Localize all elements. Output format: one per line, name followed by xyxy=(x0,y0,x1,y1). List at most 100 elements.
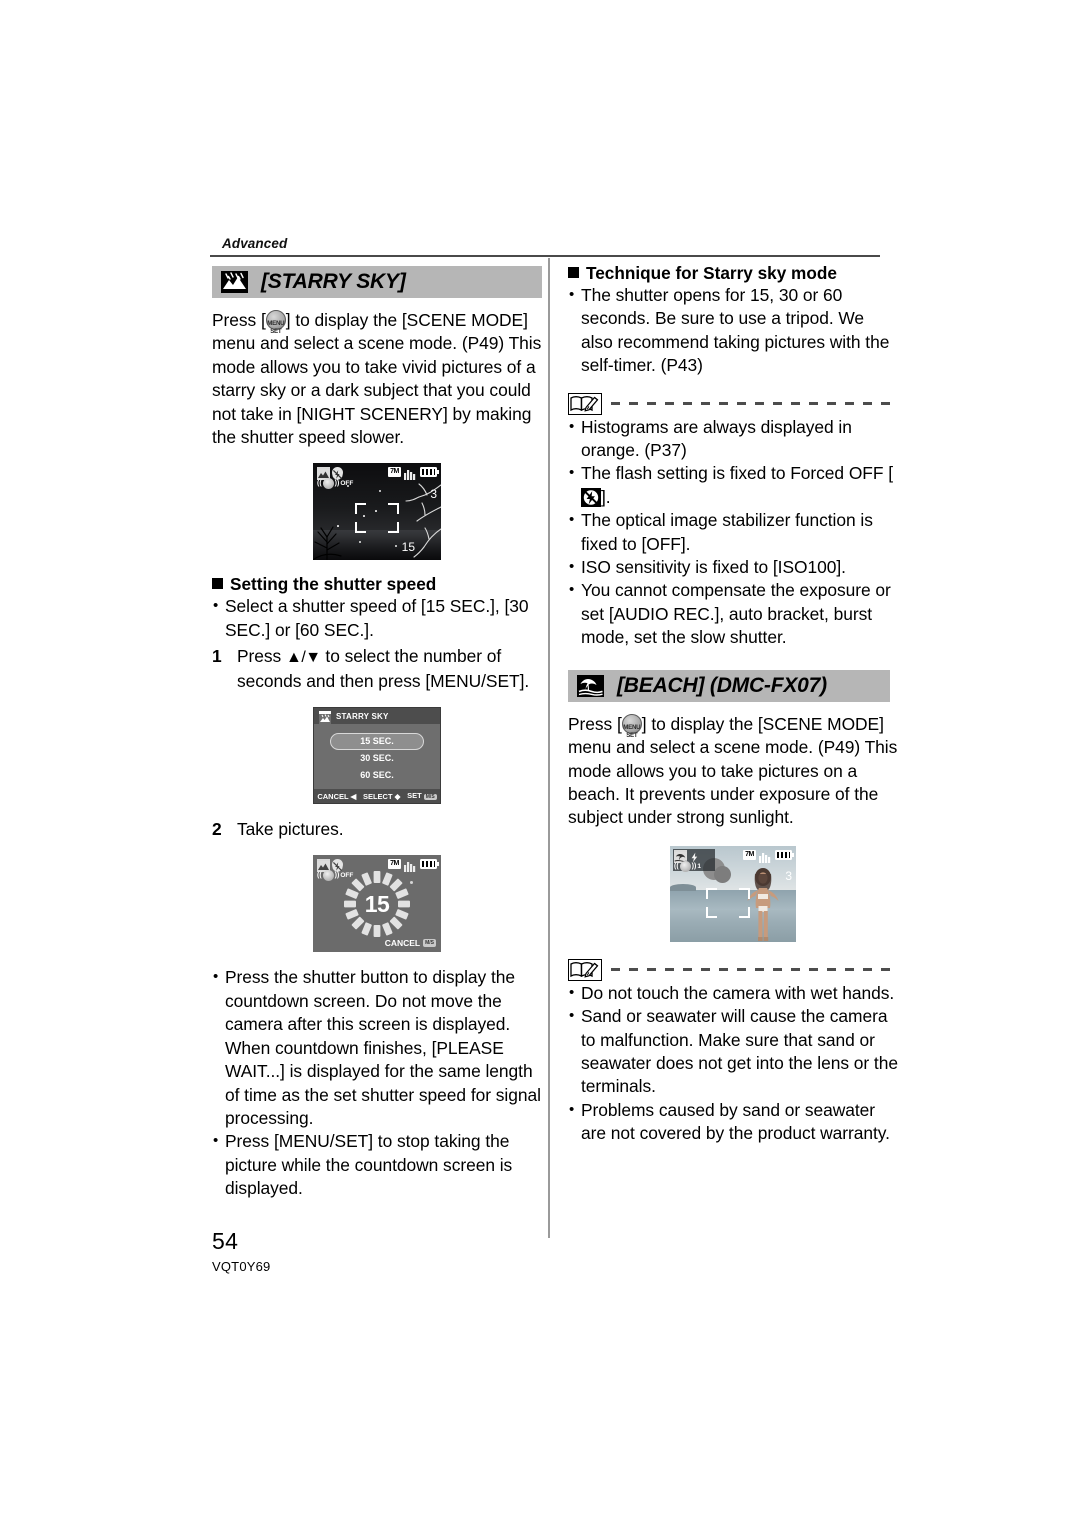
updown-arrows-icon: ▲/▼ xyxy=(286,649,321,667)
note-text-a: The flash setting is fixed to Forced OFF… xyxy=(581,463,894,484)
osd-ois-cluster: (( )) OFF xyxy=(317,478,354,490)
list-item: Problems caused by sand or seawater are … xyxy=(568,1098,898,1146)
step-2: 2 Take pictures. xyxy=(212,818,542,841)
ois-mode-label: 1 xyxy=(697,862,701,870)
foot-cancel[interactable]: CANCEL ◀ xyxy=(317,792,356,801)
osd-ois-cluster: (( )) 1 xyxy=(674,860,701,872)
beach-preview-screen: (( )) 1 7M 3 xyxy=(670,845,796,942)
bush-silhouette xyxy=(313,526,342,561)
osd-top-right-cluster: 7M xyxy=(388,467,439,481)
flash-forced-off-icon xyxy=(581,487,601,507)
starry-sky-countdown-screen: (( )) OFF 7M 15 CANCEL M/S xyxy=(313,855,441,953)
menu-title-bar: STARRY SKY xyxy=(314,708,440,725)
step-number: 2 xyxy=(212,819,222,840)
af-area-brackets xyxy=(706,887,750,918)
note-dashed-rule xyxy=(611,968,898,972)
picture-size-badge: 7M xyxy=(388,467,401,478)
countdown-figure: (( )) OFF 7M 15 CANCEL M/S xyxy=(212,855,542,953)
manual-page: Advanced [STARRY SKY] Press [MENU SET] to… xyxy=(0,0,1080,1526)
section-header-starry-sky: [STARRY SKY] xyxy=(212,266,542,298)
battery-icon xyxy=(420,859,439,870)
step-text: Take pictures. xyxy=(237,819,344,840)
list-item: Histograms are always displayed in orang… xyxy=(568,415,898,463)
person-silhouette xyxy=(747,867,779,941)
menu-option-60sec[interactable]: 60 SEC. xyxy=(314,767,440,784)
page-number: 54 xyxy=(212,1228,239,1254)
list-item: Press the shutter button to display the … xyxy=(212,965,542,1130)
battery-icon xyxy=(775,849,794,860)
battery-icon xyxy=(420,467,439,478)
countdown-cancel-hint: CANCEL M/S xyxy=(385,938,436,948)
osd-top-right-cluster: 7M xyxy=(743,849,794,863)
note-text-b: ]. xyxy=(601,486,611,507)
menu-title-label: STARRY SKY xyxy=(336,711,389,721)
left-column: [STARRY SKY] Press [MENU SET] to display … xyxy=(212,266,542,1201)
menu-options-list: 15 SEC. 30 SEC. 60 SEC. xyxy=(314,724,440,784)
list-item: Select a shutter speed of [15 SEC.], [30… xyxy=(212,594,542,642)
beach-intro-paragraph: Press [MENU SET] to display the [SCENE MO… xyxy=(568,713,898,830)
beach-intro-pre: Press [ xyxy=(568,713,622,734)
osd-top-left-cluster xyxy=(317,467,343,481)
starry-notes-list: Histograms are always displayed in orang… xyxy=(568,415,898,650)
quality-icon xyxy=(759,850,772,863)
menu-option-30sec[interactable]: 30 SEC. xyxy=(314,750,440,767)
subheading-label: Technique for Starry sky mode xyxy=(586,263,837,283)
menu-foot-bar: CANCEL ◀ SELECT ◆ SET M/S xyxy=(314,789,440,804)
distant-land xyxy=(670,883,696,891)
list-item: Press [MENU/SET] to stop taking the pict… xyxy=(212,1129,542,1200)
section-header-beach: [BEACH] (DMC-FX07) xyxy=(568,669,890,702)
countdown-value: 15 xyxy=(364,891,390,918)
frames-remaining-value: 3 xyxy=(785,868,792,883)
ois-indicator: (( )) OFF xyxy=(317,478,354,490)
shutter-seconds-value: 15 xyxy=(401,540,415,555)
subheading-setting-shutter-speed: Setting the shutter speed xyxy=(212,573,542,595)
beach-scene-mode-icon xyxy=(674,849,687,863)
subheading-label: Setting the shutter speed xyxy=(230,574,437,595)
cancel-label: CANCEL xyxy=(384,938,421,949)
starry-sky-preview-screen: (( )) OFF 7M 3 15 xyxy=(313,463,441,561)
step-1: 1 Press ▲/▼ to select the number of secon… xyxy=(212,645,542,693)
note-header xyxy=(568,392,898,416)
step-number: 1 xyxy=(212,646,222,667)
beach-notes-list: Do not touch the camera with wet hands. … xyxy=(568,981,898,1146)
subheading-technique: Technique for Starry sky mode xyxy=(568,262,898,284)
menu-option-15sec[interactable]: 15 SEC. xyxy=(330,733,424,751)
ois-indicator: (( )) 1 xyxy=(674,860,701,872)
list-item: Do not touch the camera with wet hands. xyxy=(568,981,898,1005)
menu-set-mini-icon: M/S xyxy=(423,794,437,801)
list-item: The optical image stabilizer function is… xyxy=(568,508,898,556)
countdown-notes-list: Press the shutter button to display the … xyxy=(212,965,542,1200)
scene-mode-icon xyxy=(317,859,330,873)
ois-hand-icon xyxy=(322,870,334,882)
list-item: ISO sensitivity is fixed to [ISO100]. xyxy=(568,555,898,579)
ois-hand-icon xyxy=(679,860,691,872)
intro-post-text: ] to display the [SCENE MODE] menu and s… xyxy=(212,310,542,448)
osd-top-left-cluster xyxy=(674,849,700,863)
note-header xyxy=(568,958,898,982)
list-item: You cannot compensate the exposure or se… xyxy=(568,578,898,649)
starry-sky-shutter-menu-screen: STARRY SKY 15 SEC. 30 SEC. 60 SEC. CANCE… xyxy=(313,707,441,805)
menu-set-button-icon: MENU SET xyxy=(621,713,642,739)
ois-hand-icon xyxy=(322,478,334,490)
technique-bullet-list: The shutter opens for 15, 30 or 60 secon… xyxy=(568,283,898,378)
section-title-starry-sky: [STARRY SKY] xyxy=(261,270,406,293)
right-column: Technique for Starry sky mode The shutte… xyxy=(568,262,898,1146)
bullet-square-icon xyxy=(212,578,223,590)
menu-set-button-icon: MENU SET xyxy=(265,310,286,335)
step-text-a: Press xyxy=(237,646,286,667)
foot-set[interactable]: SET M/S xyxy=(407,791,437,801)
starry-sky-preview-figure: (( )) OFF 7M 3 15 xyxy=(212,463,542,561)
bullet-square-icon xyxy=(568,267,579,278)
sun-blob xyxy=(714,865,731,883)
ois-state-label: OFF xyxy=(340,480,354,488)
scene-mode-icon xyxy=(317,467,330,481)
starry-sky-intro-paragraph: Press [MENU SET] to display the [SCENE MO… xyxy=(212,309,542,449)
foot-select[interactable]: SELECT ◆ xyxy=(363,792,400,801)
note-block-beach: Do not touch the camera with wet hands. … xyxy=(568,958,898,1146)
quality-icon xyxy=(404,467,417,481)
flash-off-osd-icon xyxy=(332,467,343,481)
starry-sky-mode-icon xyxy=(221,271,248,293)
note-block-starry: Histograms are always displayed in orang… xyxy=(568,392,898,650)
column-divider xyxy=(548,258,550,1238)
star-dot xyxy=(379,490,381,493)
